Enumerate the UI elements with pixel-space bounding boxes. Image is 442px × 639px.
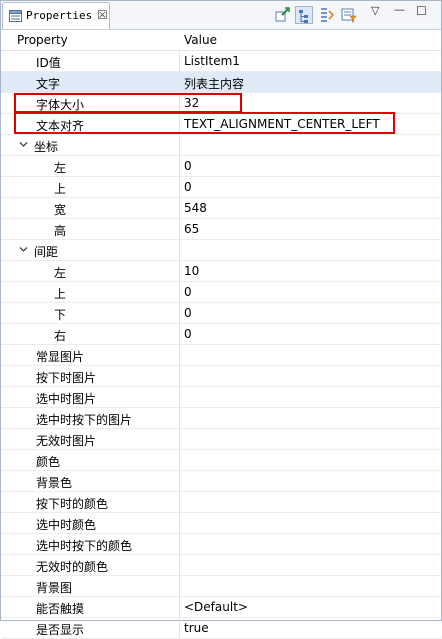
table-row[interactable]: ID值 ListItem1 bbox=[1, 51, 441, 72]
property-value[interactable]: 0 bbox=[184, 327, 192, 341]
property-label: 选中时按下的颜色 bbox=[36, 539, 133, 553]
table-row[interactable]: 是否显示 true bbox=[1, 618, 441, 639]
table-row[interactable]: 选中时图片 bbox=[1, 387, 441, 408]
table-row[interactable]: 常显图片 bbox=[1, 345, 441, 366]
table-row[interactable]: 能否触摸 <Default> bbox=[1, 597, 441, 618]
property-label: 上 bbox=[54, 287, 67, 301]
filter-icon[interactable] bbox=[340, 6, 358, 24]
property-value[interactable]: TEXT_ALIGNMENT_CENTER_LEFT bbox=[184, 117, 380, 131]
property-label: 按下时的颜色 bbox=[36, 497, 109, 511]
table-row[interactable]: 左0 bbox=[1, 156, 441, 177]
property-value[interactable]: <Default> bbox=[184, 600, 248, 614]
property-label: 是否显示 bbox=[36, 623, 85, 637]
value-column-header[interactable]: Value bbox=[184, 33, 217, 47]
property-label: 背景色 bbox=[36, 476, 73, 490]
property-label: 下 bbox=[54, 308, 67, 322]
property-label: 上 bbox=[54, 182, 67, 196]
properties-icon bbox=[9, 10, 22, 22]
categories-icon[interactable] bbox=[318, 6, 336, 24]
view-title-bar: Properties ☒ ▽ — ☐ bbox=[1, 1, 441, 30]
property-value[interactable]: 65 bbox=[184, 222, 199, 236]
property-table: ID值 ListItem1 文字 列表主内容 字体大小 32 文本对齐 TEXT_ALI… bbox=[1, 51, 441, 639]
table-row[interactable]: 文本对齐 TEXT_ALIGNMENT_CENTER_LEFT bbox=[1, 114, 441, 135]
tab-label: Properties bbox=[26, 9, 93, 22]
table-row[interactable]: 选中时按下的颜色 bbox=[1, 534, 441, 555]
table-row[interactable]: 选中时颜色 bbox=[1, 513, 441, 534]
property-label: 左 bbox=[54, 266, 67, 280]
table-row[interactable]: 右0 bbox=[1, 324, 441, 345]
chevron-down-icon[interactable] bbox=[19, 140, 28, 149]
property-label: 宽 bbox=[54, 203, 67, 217]
property-value[interactable]: 10 bbox=[184, 264, 199, 278]
table-row[interactable]: 下0 bbox=[1, 303, 441, 324]
table-row[interactable]: 按下时的颜色 bbox=[1, 492, 441, 513]
property-label: 文字 bbox=[36, 77, 61, 91]
property-label: 选中时图片 bbox=[36, 392, 97, 406]
table-row[interactable]: 左 10 bbox=[1, 261, 441, 282]
property-label: 字体大小 bbox=[36, 98, 85, 112]
property-value[interactable]: 0 bbox=[184, 180, 192, 194]
property-label: 无效时的颜色 bbox=[36, 560, 109, 574]
table-row[interactable]: 按下时图片 bbox=[1, 366, 441, 387]
property-label: 左 bbox=[54, 161, 67, 175]
property-value[interactable]: true bbox=[184, 621, 209, 635]
tab-properties[interactable]: Properties ☒ bbox=[2, 2, 110, 29]
table-row[interactable]: 坐标 bbox=[1, 135, 441, 156]
property-label: 选中时颜色 bbox=[36, 518, 97, 532]
close-icon[interactable]: ☒ bbox=[97, 8, 108, 22]
property-label: ID值 bbox=[36, 56, 61, 70]
property-category-label: 间距 bbox=[34, 245, 59, 259]
table-header: Property Value bbox=[1, 30, 441, 51]
table-row[interactable]: 背景图 bbox=[1, 576, 441, 597]
property-value[interactable]: ListItem1 bbox=[184, 54, 240, 68]
property-value[interactable]: 列表主内容 bbox=[184, 75, 244, 92]
property-column-header[interactable]: Property bbox=[17, 33, 68, 47]
table-row[interactable]: 颜色 bbox=[1, 450, 441, 471]
property-label: 文本对齐 bbox=[36, 119, 85, 133]
table-row[interactable]: 无效时图片 bbox=[1, 429, 441, 450]
maximize-icon[interactable]: ☐ bbox=[416, 4, 434, 22]
property-label: 能否触摸 bbox=[36, 602, 85, 616]
table-row[interactable]: 背景色 bbox=[1, 471, 441, 492]
view-menu-icon[interactable]: ▽ bbox=[371, 4, 389, 22]
property-label: 背景图 bbox=[36, 581, 73, 595]
table-row[interactable]: 文字 列表主内容 bbox=[1, 72, 441, 93]
pin-edit-icon[interactable] bbox=[273, 6, 291, 24]
property-label: 颜色 bbox=[36, 455, 61, 469]
table-row[interactable]: 上0 bbox=[1, 282, 441, 303]
property-label: 选中时按下的图片 bbox=[36, 413, 133, 427]
property-value[interactable]: 0 bbox=[184, 285, 192, 299]
table-row[interactable]: 间距 bbox=[1, 240, 441, 261]
table-row[interactable]: 无效时的颜色 bbox=[1, 555, 441, 576]
property-label: 常显图片 bbox=[36, 350, 85, 364]
table-row[interactable]: 上0 bbox=[1, 177, 441, 198]
property-label: 右 bbox=[54, 329, 67, 343]
chevron-down-icon[interactable] bbox=[19, 245, 28, 254]
properties-view: Properties ☒ ▽ — ☐ Property Value ID值 Lis… bbox=[0, 0, 442, 639]
table-row[interactable]: 宽 548 bbox=[1, 198, 441, 219]
property-value[interactable]: 32 bbox=[184, 96, 199, 110]
table-row[interactable]: 高 65 bbox=[1, 219, 441, 240]
table-row[interactable]: 选中时按下的图片 bbox=[1, 408, 441, 429]
minimize-icon[interactable]: — bbox=[394, 3, 412, 21]
property-label: 无效时图片 bbox=[36, 434, 97, 448]
tree-view-icon[interactable] bbox=[295, 6, 313, 24]
property-value[interactable]: 548 bbox=[184, 201, 207, 215]
property-label: 高 bbox=[54, 224, 67, 238]
property-category-label: 坐标 bbox=[34, 140, 59, 154]
property-value[interactable]: 0 bbox=[184, 306, 192, 320]
table-row[interactable]: 字体大小 32 bbox=[1, 93, 441, 114]
property-label: 按下时图片 bbox=[36, 371, 97, 385]
property-value[interactable]: 0 bbox=[184, 159, 192, 173]
